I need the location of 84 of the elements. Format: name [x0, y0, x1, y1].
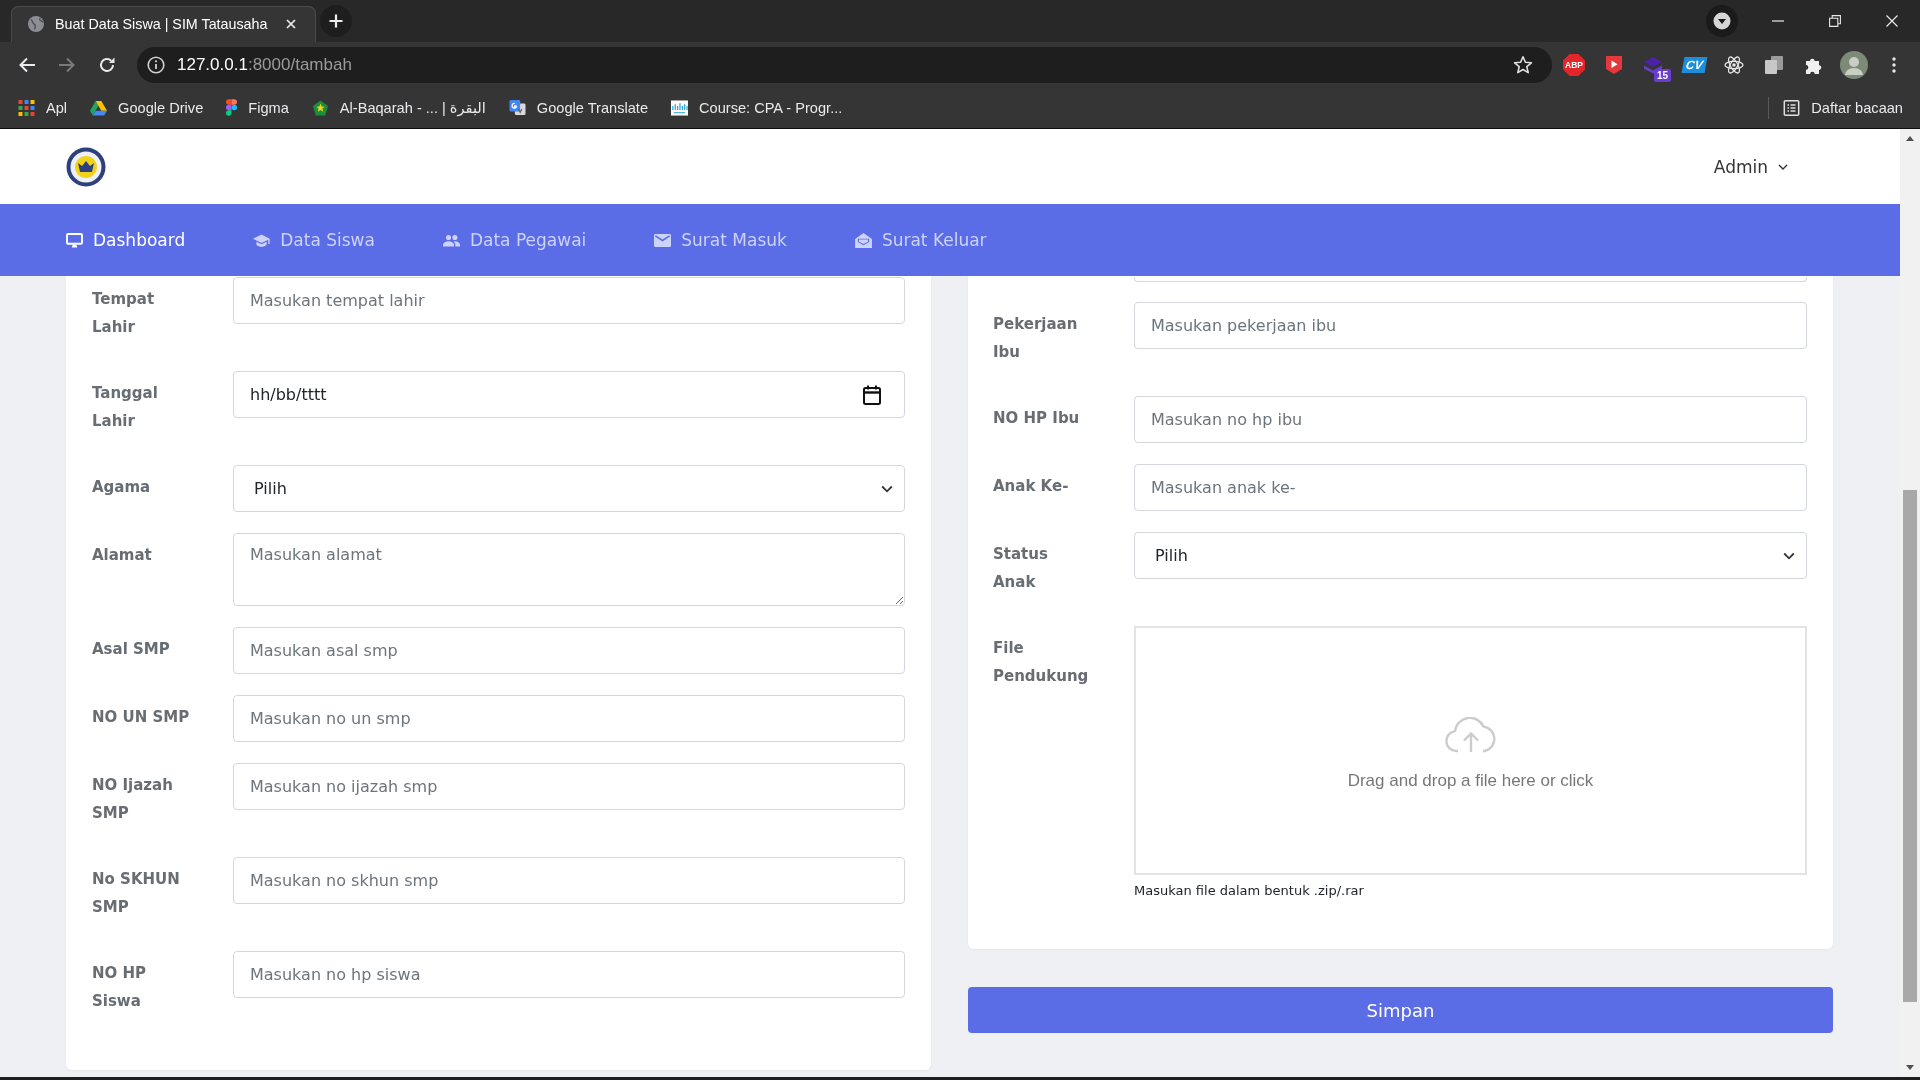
count-badge: 15 — [1653, 69, 1671, 82]
field-label: NO Ijazah SMP — [92, 775, 174, 824]
select-dropdown[interactable]: Pilih — [233, 465, 905, 512]
browser-tab[interactable]: Buat Data Siswa | SIM Tatausaha — [11, 6, 316, 42]
avatar-icon[interactable] — [1840, 51, 1868, 79]
close-icon[interactable] — [1885, 15, 1898, 27]
bookmark[interactable]: Google Translate — [499, 93, 657, 122]
field-label: Status Anak — [993, 544, 1049, 593]
input-field[interactable]: Masukan no hp ibu — [1134, 396, 1807, 443]
close-icon[interactable] — [286, 19, 296, 29]
extension-badge[interactable]: CV — [1681, 57, 1707, 73]
atom-icon[interactable] — [1724, 55, 1744, 75]
open-envelope-icon — [854, 232, 872, 248]
save-button[interactable]: Simpan — [968, 987, 1833, 1033]
field-label: NO HP Siswa — [92, 963, 148, 1012]
globe-icon — [28, 16, 44, 32]
scrollbar-thumb[interactable] — [1903, 490, 1917, 1002]
user-menu-button[interactable]: Admin — [1713, 156, 1788, 177]
bars-logo-icon — [671, 99, 688, 116]
nav-link[interactable]: Dashboard — [66, 230, 186, 250]
play-icon[interactable] — [1604, 55, 1624, 75]
minimize-icon[interactable] — [1771, 20, 1784, 22]
chevron-down-icon — [1783, 551, 1795, 560]
select-dropdown[interactable]: Pilih — [1134, 532, 1807, 579]
emblem-icon — [311, 99, 329, 116]
triangle-logo-icon — [90, 99, 108, 116]
input-field[interactable]: Masukan no un smp — [233, 695, 905, 742]
documents-icon[interactable] — [1764, 55, 1784, 75]
field-label: Tanggal Lahir — [92, 383, 159, 432]
envelope-icon — [654, 232, 672, 248]
info-icon[interactable] — [147, 56, 165, 74]
input-field[interactable]: Masukan anak ke- — [1134, 464, 1807, 511]
url-text: 127.0.0.1:8000/tambah — [177, 55, 352, 75]
apps-grid-icon — [18, 99, 35, 116]
field-label: NO HP Ibu — [993, 408, 1080, 429]
arrow-up-icon[interactable] — [1906, 136, 1914, 141]
address-bar[interactable]: 127.0.0.1:8000/tambah — [137, 47, 1552, 83]
field-label: Tempat Lahir — [92, 289, 156, 338]
bookmark[interactable]: Google Drive — [81, 93, 213, 122]
star-icon[interactable] — [1513, 55, 1533, 75]
input-field[interactable]: Masukan no skhun smp — [233, 857, 905, 904]
bookmark[interactable]: Figma — [217, 93, 298, 122]
field-label: Agama — [92, 477, 151, 498]
circles-logo-icon — [226, 99, 238, 116]
bookmark[interactable]: Al-Baqarah - ... | البقرة — [302, 93, 495, 122]
back-arrow-icon[interactable] — [18, 56, 36, 74]
chevron-down-icon — [1778, 163, 1788, 170]
input-field[interactable]: Masukan tempat lahir — [233, 277, 905, 324]
date-field[interactable]: hh/bb/tttt — [233, 371, 905, 418]
field-label: Pekerjaan Ibu — [993, 314, 1079, 363]
scrollbar[interactable] — [1900, 129, 1920, 1077]
field-label: Asal SMP — [92, 639, 170, 660]
arrow-down-icon[interactable] — [1906, 1065, 1914, 1070]
logo-icon[interactable] — [66, 146, 106, 187]
field-label: No SKHUN SMP — [92, 869, 181, 918]
field-label: NO UN SMP — [92, 707, 190, 728]
dropdown-icon[interactable] — [1706, 5, 1738, 37]
translate-icon — [508, 99, 526, 116]
people-icon — [442, 232, 460, 248]
extension-badge[interactable]: ABP — [1563, 54, 1585, 76]
help-text: Masukan file dalam bentuk .zip/.rar — [1134, 882, 1365, 900]
cloud-upload-icon — [1444, 717, 1497, 753]
field-label: Alamat — [92, 545, 152, 566]
file-dropzone[interactable]: Drag and drop a file here or click — [1134, 626, 1807, 875]
input-field[interactable]: Masukan pekerjaan ibu — [1134, 302, 1807, 349]
monitor-icon — [66, 232, 83, 248]
input-field[interactable]: Masukan asal smp — [233, 627, 905, 674]
bookmark[interactable]: Apl — [9, 93, 77, 122]
input-field[interactable]: Masukan no ijazah smp — [233, 763, 905, 810]
plus-icon[interactable] — [320, 5, 352, 37]
input-field[interactable]: Masukan no hp siswa — [233, 951, 905, 998]
reload-icon[interactable] — [98, 56, 116, 74]
input-field[interactable] — [1134, 277, 1807, 282]
graduation-cap-icon — [253, 232, 271, 248]
field-label: Anak Ke- — [993, 476, 1069, 497]
reading-list-button[interactable]: Daftar bacaan — [1774, 93, 1912, 122]
list-icon — [1783, 99, 1801, 116]
more-icon[interactable] — [1892, 57, 1896, 73]
field-label: File Pendukung — [993, 638, 1090, 687]
textarea-field[interactable]: Masukan alamat — [233, 533, 905, 606]
restore-icon[interactable] — [1828, 15, 1841, 27]
bookmark[interactable]: Course: CPA - Progr... — [662, 93, 852, 122]
calendar-icon[interactable] — [863, 385, 881, 405]
chevron-down-icon — [881, 484, 893, 493]
